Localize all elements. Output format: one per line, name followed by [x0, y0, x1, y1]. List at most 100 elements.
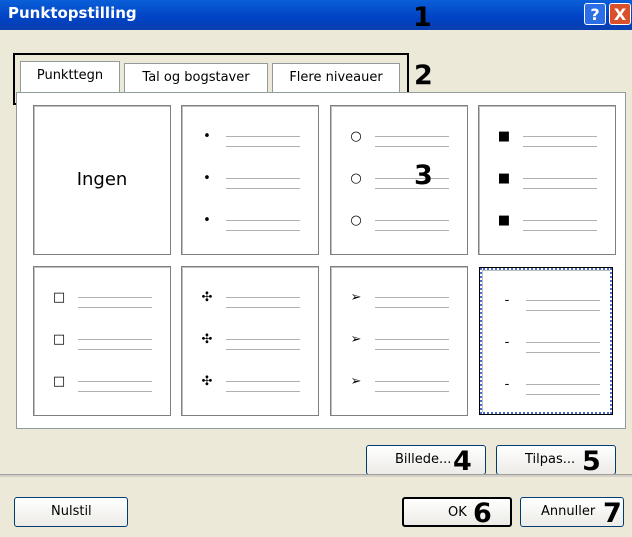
square-bullet-icon: ■ [497, 129, 511, 144]
preview-text-line [78, 307, 152, 308]
bullet-preview-row: ○ [345, 128, 455, 148]
preview-text-line [226, 391, 300, 392]
picture-button-label: Billede... [395, 452, 452, 467]
diamond-cluster-bullet-icon: ✣ [201, 332, 213, 347]
hollow-square-bullet-icon: □ [52, 374, 66, 389]
preview-text-line [375, 349, 449, 350]
preview-text-line [78, 391, 152, 392]
callout-7: 7 [603, 498, 622, 529]
preview-text-line [375, 297, 449, 298]
preview-text-line [226, 349, 300, 350]
preview-text-line [526, 352, 600, 353]
tab-tal-og-bogstaver[interactable]: Tal og bogstaver [124, 63, 268, 93]
arrow-bullet-icon: ➢ [350, 332, 362, 347]
preview-text-line [526, 384, 600, 385]
preview-text-line [226, 136, 300, 137]
preview-text-line [375, 136, 449, 137]
bullet-preview-row: - [496, 376, 606, 396]
preview-text-line [375, 230, 449, 231]
preview-text-line [523, 188, 597, 189]
cancel-button-label: Annuller [541, 504, 596, 519]
preview-text-line [375, 178, 449, 179]
bullet-option-arrow[interactable]: ➢ ➢ ➢ [330, 266, 468, 416]
preview-text-line [526, 300, 600, 301]
dot-bullet-icon: • [203, 129, 211, 144]
preview-text-line [375, 146, 449, 147]
bullet-option-diamond-cluster[interactable]: ✣ ✣ ✣ [181, 266, 319, 416]
callout-1: 1 [413, 2, 432, 33]
separator [0, 474, 632, 477]
circle-bullet-icon: ○ [350, 171, 362, 186]
bullet-preview-row: ■ [493, 170, 603, 190]
hollow-square-bullet-icon: □ [52, 290, 66, 305]
close-button[interactable]: X [609, 3, 631, 25]
bullet-preview-row: □ [48, 373, 158, 393]
bullet-preview-row: • [196, 212, 306, 232]
preview-text-line [523, 220, 597, 221]
callout-2: 2 [414, 60, 433, 91]
dot-bullet-icon: • [203, 213, 211, 228]
preview-text-line [375, 391, 449, 392]
preview-text-line [375, 220, 449, 221]
preview-text-line [226, 307, 300, 308]
preview-text-line [375, 307, 449, 308]
preview-text-line [226, 297, 300, 298]
preview-text-line [78, 339, 152, 340]
preview-text-line [226, 230, 300, 231]
arrow-bullet-icon: ➢ [350, 290, 362, 305]
preview-text-line [523, 136, 597, 137]
tab-label: Tal og bogstaver [142, 70, 250, 85]
bullet-preview-row: ➢ [345, 331, 455, 351]
preview-text-line [226, 178, 300, 179]
preview-text-line [526, 310, 600, 311]
bullet-preview-row: □ [48, 331, 158, 351]
callout-5: 5 [582, 446, 601, 477]
bullet-preview-row: ■ [493, 212, 603, 232]
preview-text-line [375, 339, 449, 340]
help-button[interactable]: ? [584, 3, 606, 25]
bullet-preview-row: ✣ [196, 373, 306, 393]
bullet-option-dot[interactable]: • • • [181, 105, 319, 255]
tab-punkttegn[interactable]: Punkttegn [20, 61, 120, 95]
preview-text-line [226, 188, 300, 189]
preview-text-line [526, 394, 600, 395]
preview-text-line [226, 381, 300, 382]
bullet-preview-row: ➢ [345, 289, 455, 309]
tab-label: Punkttegn [36, 68, 104, 83]
tab-panel: Ingen • • • ○ ○ ○ ■ ■ ■ □ □ □ ✣ ✣ ✣ ➢ ➢ ➢ - - - [16, 92, 626, 429]
preview-text-line [375, 188, 449, 189]
window-title: Punktopstilling [8, 4, 137, 22]
bullet-preview-row: ➢ [345, 373, 455, 393]
callout-6: 6 [473, 498, 492, 529]
preview-text-line [523, 146, 597, 147]
bullet-preview-row: ■ [493, 128, 603, 148]
title-bar: Punktopstilling ? X [0, 0, 632, 30]
preview-text-line [78, 297, 152, 298]
bullet-preview-row: □ [48, 289, 158, 309]
circle-bullet-icon: ○ [350, 129, 362, 144]
preview-text-line [523, 178, 597, 179]
hollow-square-bullet-icon: □ [52, 332, 66, 347]
reset-button[interactable]: Nulstil [14, 497, 128, 527]
callout-4: 4 [453, 446, 472, 477]
arrow-bullet-icon: ➢ [350, 374, 362, 389]
preview-text-line [226, 339, 300, 340]
bullet-option-circle[interactable]: ○ ○ ○ [330, 105, 468, 255]
bullet-option-square[interactable]: ■ ■ ■ [478, 105, 616, 255]
preview-text-line [78, 381, 152, 382]
preview-text-line [523, 230, 597, 231]
bullet-preview-row: ○ [345, 212, 455, 232]
bullet-preview-row: ✣ [196, 331, 306, 351]
ok-button[interactable]: OK [402, 497, 512, 527]
bullet-option-hollow-square[interactable]: □ □ □ [33, 266, 171, 416]
tab-flere-niveauer[interactable]: Flere niveauer [272, 63, 400, 93]
bullet-option-none[interactable]: Ingen [33, 105, 171, 255]
dot-bullet-icon: • [203, 171, 211, 186]
square-bullet-icon: ■ [497, 171, 511, 186]
preview-text-line [226, 146, 300, 147]
preview-text-line [526, 342, 600, 343]
bullet-preview-row: • [196, 170, 306, 190]
diamond-cluster-bullet-icon: ✣ [201, 374, 213, 389]
bullet-option-dash-selected[interactable]: - - - [479, 267, 613, 415]
bullet-preview-row: ✣ [196, 289, 306, 309]
